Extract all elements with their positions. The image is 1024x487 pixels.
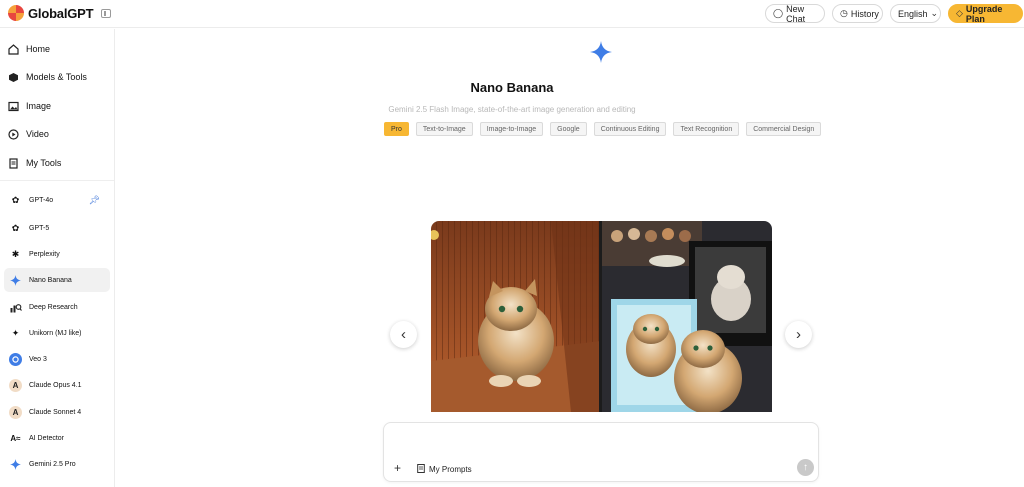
- tag-text-to-image[interactable]: Text-to-Image: [415, 122, 473, 136]
- sidebar-tool-label: Claude Opus 4.1: [29, 381, 82, 389]
- sidebar-tool-gpt-4o[interactable]: ✿ GPT-4o 📌︎: [4, 188, 110, 212]
- tag-google[interactable]: Google: [550, 122, 587, 136]
- tag-pro[interactable]: Pro: [384, 122, 409, 136]
- document-icon: [417, 464, 425, 475]
- sidebar: Home Models & Tools Image Video My Tools: [0, 29, 115, 487]
- sparkle-icon: [9, 274, 22, 287]
- tag-image-to-image[interactable]: Image-to-Image: [479, 122, 544, 136]
- sidebar-tool-label: GPT-4o: [29, 196, 54, 204]
- app-window: GlobalGPT ◯ New Chat ◷ History English ⌄…: [0, 0, 1024, 487]
- sidebar-item-video[interactable]: Video: [8, 127, 49, 141]
- upgrade-label: Upgrade Plan: [965, 3, 1003, 24]
- sidebar-item-label: My Tools: [26, 158, 62, 168]
- sidebar-tool-unikorn[interactable]: ✦ Unikorn (MJ like): [4, 321, 110, 345]
- sidebar-tool-label: Nano Banana: [29, 276, 72, 284]
- sidebar-tool-nano-banana[interactable]: Nano Banana: [4, 268, 110, 292]
- top-bar: GlobalGPT ◯ New Chat ◷ History English ⌄…: [0, 0, 1024, 28]
- openai-icon: ✿: [11, 222, 20, 233]
- sidebar-tool-claude-sonnet[interactable]: A Claude Sonnet 4: [4, 400, 110, 424]
- carousel-prev-button[interactable]: ‹: [390, 321, 417, 348]
- tag-list: Pro Text-to-Image Image-to-Image Google …: [384, 122, 822, 136]
- sidebar-tool-claude-opus[interactable]: A Claude Opus 4.1: [4, 373, 110, 397]
- language-select[interactable]: English ⌄: [890, 4, 941, 23]
- add-attachment-button[interactable]: +: [394, 461, 401, 475]
- tag-text-recognition[interactable]: Text Recognition: [673, 122, 740, 136]
- send-button[interactable]: ↑: [797, 459, 814, 476]
- clock-icon: ◷: [840, 8, 848, 18]
- chevron-right-icon: ›: [796, 326, 801, 343]
- page-subtitle: Gemini 2.5 Flash Image, state-of-the-art…: [388, 105, 636, 114]
- history-label: History: [850, 8, 879, 19]
- research-icon: [9, 301, 22, 314]
- unicorn-icon: ✦: [11, 327, 20, 338]
- sidebar-tool-label: Unikorn (MJ like): [29, 329, 82, 337]
- claude-icon: A: [9, 405, 22, 419]
- history-button[interactable]: ◷ History: [832, 4, 883, 23]
- sidebar-tool-label: Perplexity: [29, 250, 60, 258]
- tag-continuous-editing[interactable]: Continuous Editing: [593, 122, 667, 136]
- sidebar-item-home[interactable]: Home: [8, 42, 50, 56]
- new-chat-button[interactable]: ◯ New Chat: [765, 3, 825, 24]
- chat-bubble-icon: ◯: [773, 8, 784, 18]
- cat-example-image: [431, 221, 772, 412]
- sidebar-item-label: Home: [26, 44, 51, 54]
- sidebar-tool-label: Claude Sonnet 4: [29, 408, 82, 416]
- sidebar-tool-label: AI Detector: [29, 434, 65, 442]
- collapse-sidebar-icon[interactable]: [101, 8, 112, 18]
- gemini-icon: [9, 458, 22, 471]
- sidebar-item-my-tools[interactable]: My Tools: [8, 156, 61, 170]
- sidebar-tool-label: GPT-5: [29, 224, 50, 232]
- home-icon: [8, 43, 19, 55]
- sidebar-tool-label: Gemini 2.5 Pro: [29, 460, 76, 468]
- sidebar-tool-label: Deep Research: [29, 303, 78, 311]
- chevron-down-icon: ⌄: [930, 8, 939, 18]
- arrow-up-icon: ↑: [803, 462, 808, 473]
- sidebar-divider: [0, 180, 114, 181]
- brand[interactable]: GlobalGPT: [8, 5, 112, 21]
- sidebar-tool-veo-3[interactable]: Veo 3: [4, 347, 110, 371]
- sidebar-tool-ai-detector[interactable]: A≈ AI Detector: [4, 426, 110, 450]
- sidebar-item-label: Video: [26, 129, 49, 139]
- sidebar-tool-label: Veo 3: [29, 355, 47, 363]
- sidebar-tool-gpt-5[interactable]: ✿ GPT-5: [4, 216, 110, 240]
- diamond-icon: ◇: [956, 8, 963, 18]
- my-prompts-button[interactable]: My Prompts: [417, 464, 472, 475]
- claude-icon: A: [9, 378, 22, 392]
- my-prompts-label: My Prompts: [429, 465, 472, 474]
- upgrade-plan-button[interactable]: ◇ Upgrade Plan: [948, 3, 1023, 24]
- sidebar-tool-gemini-pro[interactable]: Gemini 2.5 Pro: [4, 452, 110, 476]
- sidebar-tool-deep-research[interactable]: Deep Research: [4, 295, 110, 319]
- detector-icon: A≈: [10, 433, 21, 443]
- example-image-carousel: [431, 221, 772, 412]
- carousel-next-button[interactable]: ›: [785, 321, 812, 348]
- perplexity-icon: ✱: [11, 248, 20, 259]
- veo-icon: [9, 352, 22, 366]
- chevron-left-icon: ‹: [401, 326, 406, 343]
- sidebar-tool-perplexity[interactable]: ✱ Perplexity: [4, 242, 110, 266]
- new-chat-label: New Chat: [786, 3, 806, 24]
- pin-icon[interactable]: 📌︎: [89, 195, 100, 206]
- chat-composer[interactable]: + My Prompts ↑: [383, 422, 819, 482]
- document-icon: [8, 157, 19, 169]
- brand-name: GlobalGPT: [28, 5, 94, 21]
- globalgpt-logo-icon: [8, 5, 24, 21]
- page-title: Nano Banana: [470, 80, 554, 95]
- play-icon: [8, 128, 19, 140]
- openai-icon: ✿: [11, 194, 20, 205]
- language-label: English: [898, 8, 928, 19]
- sparkle-icon: [590, 41, 612, 63]
- tag-commercial-design[interactable]: Commercial Design: [746, 122, 822, 136]
